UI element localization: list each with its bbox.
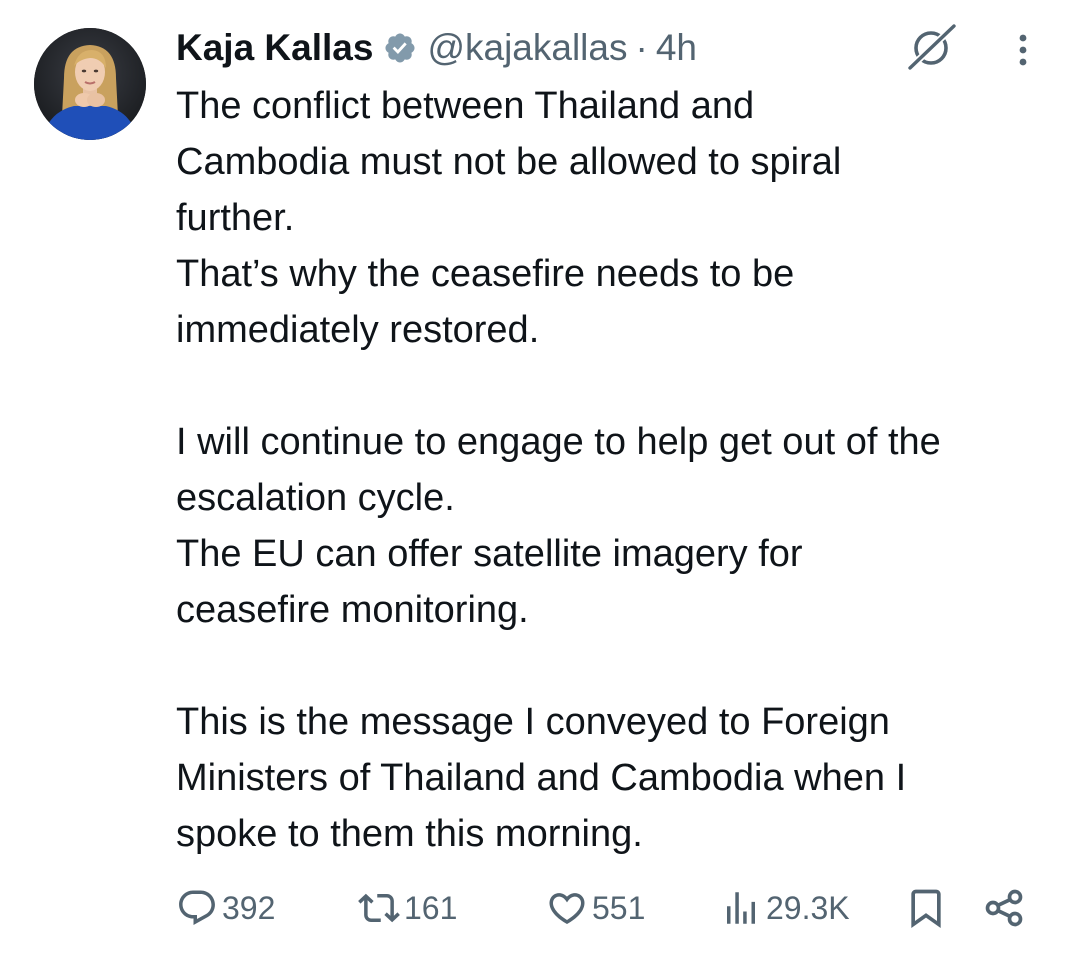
tweet-text-line: escalation cycle. [176, 477, 455, 519]
tweet-text-line [176, 358, 1056, 414]
tweet-text-line: That’s why the ceasefire needs to be [176, 253, 795, 295]
author-name[interactable]: Kaja Kallas [176, 27, 373, 69]
reply-icon [179, 890, 215, 925]
verified-badge-icon[interactable] [383, 31, 417, 65]
views-button[interactable]: 29.3K [720, 880, 850, 936]
tweet-text-line: further. [176, 197, 295, 239]
repost-icon [358, 893, 400, 923]
tweet-text-line [176, 638, 1056, 694]
tweet-text-line: spoke to them this morning. [176, 813, 643, 855]
tweet-text: The conflict between Thailand and Cambod… [176, 78, 1056, 862]
heart-icon [549, 893, 585, 925]
tweet-text-line: I will continue to engage to help get ou… [176, 421, 941, 463]
bookmark-icon [911, 889, 941, 929]
tweet-actions-bar: 392 161 551 29.3K [0, 880, 1079, 936]
author-handle[interactable]: @kajakallas [427, 27, 627, 69]
more-options-icon[interactable] [1008, 30, 1038, 70]
tweet-text-line: This is the message I conveyed to Foreig… [176, 701, 890, 743]
tweet-text-line: immediately restored. [176, 309, 540, 351]
views-chart-icon [727, 892, 755, 924]
tweet-text-line: ceasefire monitoring. [176, 589, 529, 631]
tweet-text-line: The conflict between Thailand and [176, 85, 755, 127]
reply-button[interactable]: 392 [176, 880, 275, 936]
separator-dot: · [635, 27, 648, 68]
profile-photo [34, 28, 146, 140]
tweet-header: Kaja Kallas @kajakallas · 4h [176, 24, 697, 72]
tweet-text-line: Ministers of Thailand and Cambodia when … [176, 757, 907, 799]
tweet-text-line: The EU can offer satellite imagery for [176, 533, 803, 575]
views-count: 29.3K [766, 889, 850, 926]
tweet-timestamp[interactable]: 4h [656, 27, 697, 69]
tweet-text-line: Cambodia must not be allowed to spiral [176, 141, 842, 183]
repost-button[interactable]: 161 [358, 880, 457, 936]
share-icon [985, 889, 1023, 927]
like-button[interactable]: 551 [546, 880, 645, 936]
bookmark-button[interactable] [904, 880, 948, 936]
reply-count: 392 [222, 889, 276, 926]
avatar[interactable] [34, 28, 146, 140]
repost-count: 161 [404, 889, 458, 926]
share-button[interactable] [982, 880, 1026, 936]
grok-icon[interactable] [904, 20, 958, 74]
like-count: 551 [592, 889, 646, 926]
